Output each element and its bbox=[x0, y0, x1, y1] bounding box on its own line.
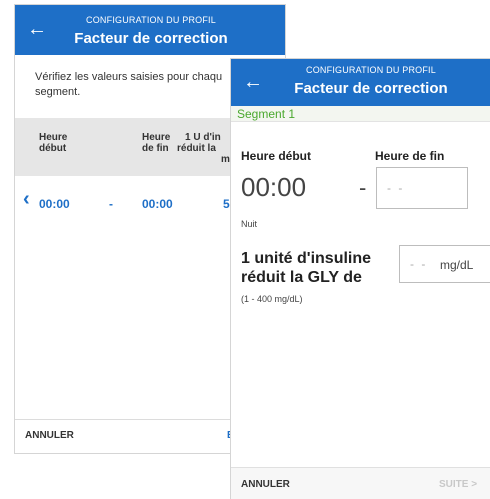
row-end-time: 00:00 bbox=[142, 197, 173, 211]
period-label: Nuit bbox=[241, 219, 258, 229]
col-factor-line-2: réduit la bbox=[177, 143, 216, 154]
col-factor-line-1: 1 U d'in bbox=[185, 132, 221, 143]
header-subtitle: CONFIGURATION DU PROFIL bbox=[306, 65, 436, 75]
end-time-label: Heure de fin bbox=[375, 149, 445, 163]
segment-edit-screen: ← CONFIGURATION DU PROFIL Facteur de cor… bbox=[230, 58, 490, 499]
chevron-left-icon[interactable]: ‹ bbox=[23, 188, 30, 211]
segment-title: Segment 1 bbox=[237, 107, 296, 121]
segment-header: ← CONFIGURATION DU PROFIL Facteur de cor… bbox=[231, 59, 490, 106]
review-header: ← CONFIGURATION DU PROFIL Facteur de cor… bbox=[15, 5, 285, 55]
segment-footer: ANNULER SUITE > bbox=[231, 467, 490, 499]
end-time-placeholder: - - bbox=[387, 181, 405, 195]
header-title: Facteur de correction bbox=[74, 30, 228, 47]
end-time-input[interactable]: - - bbox=[376, 167, 468, 209]
col-start-line-1: Heure bbox=[39, 132, 68, 143]
insulin-label-line-2: réduit la GLY de bbox=[241, 269, 362, 286]
row-start-time: 00:00 bbox=[39, 197, 70, 211]
col-end-line-2: de fin bbox=[142, 143, 169, 154]
col-end-line-1: Heure bbox=[142, 132, 171, 143]
value-placeholder: - - bbox=[410, 257, 428, 271]
cancel-button[interactable]: ANNULER bbox=[25, 430, 74, 441]
range-hint: (1 - 400 mg/dL) bbox=[241, 294, 303, 304]
row-dash: - bbox=[109, 197, 113, 211]
col-start-line-2: début bbox=[39, 143, 67, 154]
next-button[interactable]: SUITE > bbox=[439, 479, 477, 490]
header-title: Facteur de correction bbox=[294, 80, 448, 97]
row-factor-value: 5 bbox=[223, 197, 230, 211]
insulin-label-line-1: 1 unité d'insuline bbox=[241, 250, 372, 267]
header-subtitle: CONFIGURATION DU PROFIL bbox=[86, 15, 216, 25]
start-time-label: Heure début bbox=[241, 149, 312, 163]
start-time-value: 00:00 bbox=[241, 172, 307, 202]
correction-value-input[interactable]: - - mg/dL bbox=[399, 245, 490, 283]
time-separator: - bbox=[359, 175, 367, 200]
cancel-button[interactable]: ANNULER bbox=[241, 479, 290, 490]
segment-bar: Segment 1 bbox=[231, 106, 490, 122]
unit-label: mg/dL bbox=[440, 258, 474, 272]
